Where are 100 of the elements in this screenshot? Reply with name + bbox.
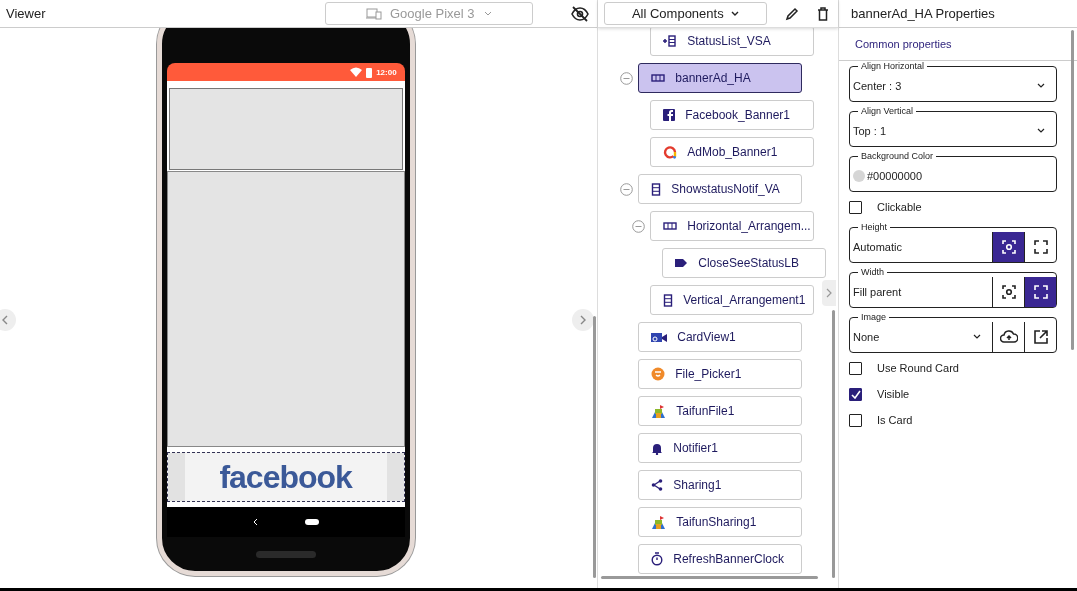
share-icon <box>651 479 664 491</box>
video-camera-icon <box>651 331 668 343</box>
component-item[interactable]: AdMob_Banner1 <box>650 137 815 167</box>
viewer-title: Viewer <box>6 6 46 21</box>
caret-icon <box>729 9 740 18</box>
back-icon[interactable] <box>252 518 259 526</box>
collapse-icon[interactable] <box>620 182 634 196</box>
facebook-icon <box>663 109 676 121</box>
dropdown-field[interactable]: Align Horizontal Center : 3 <box>849 61 1057 102</box>
field-label: Height <box>860 222 888 232</box>
field-label: Image <box>860 312 887 322</box>
component-item[interactable]: TaifunSharing1 <box>638 507 803 537</box>
field-value: Center : 3 <box>852 80 903 92</box>
component-item[interactable]: Vertical_Arrangement1 <box>650 285 815 315</box>
component-item[interactable]: RefreshBannerClock <box>638 544 803 574</box>
field-value: #00000000 <box>866 170 924 182</box>
caret-icon <box>1036 82 1046 90</box>
component-filter-dropdown[interactable]: All Components <box>604 2 768 25</box>
vertical-layout-icon <box>651 182 662 196</box>
checkbox-label: Visible <box>877 388 910 400</box>
open-external-icon <box>1033 330 1048 344</box>
scrollbar[interactable] <box>601 576 819 579</box>
stopwatch-icon <box>651 552 664 566</box>
automatic-size-button[interactable] <box>992 232 1024 262</box>
component-item[interactable]: File_Picker1 <box>638 359 803 389</box>
next-button[interactable] <box>572 309 595 331</box>
wifi-icon <box>350 67 363 77</box>
collapse-icon[interactable] <box>620 71 634 85</box>
field-value: Fill parent <box>852 286 903 298</box>
component-item[interactable]: CardView1 <box>638 322 803 352</box>
component-item[interactable]: ShowstatusNotif_VA <box>638 174 803 204</box>
field-label: Background Color <box>860 151 935 161</box>
add-list-icon <box>663 35 678 47</box>
checkbox[interactable] <box>849 200 862 214</box>
fit-content-icon <box>1001 285 1016 299</box>
field-value: None <box>852 331 881 343</box>
scrollbar[interactable] <box>832 310 835 578</box>
delete-icon[interactable] <box>817 6 830 21</box>
caret-icon <box>972 333 982 341</box>
input-field[interactable]: Width Fill parent <box>849 267 1057 308</box>
field-value: Top : 1 <box>852 125 888 137</box>
field-label: Align Horizontal <box>860 61 926 71</box>
chevron-right-icon <box>826 288 832 298</box>
extension-figure-icon <box>651 404 667 418</box>
checkbox-label: Is Card <box>877 414 913 426</box>
horizontal-layout-icon <box>663 222 678 230</box>
chevron-right-icon <box>579 315 588 325</box>
battery-icon <box>366 66 373 78</box>
speaker-grille <box>255 550 316 558</box>
collapse-icon[interactable] <box>632 219 646 233</box>
component-item[interactable]: Notifier1 <box>638 433 803 463</box>
properties-title: bannerAd_HA Properties <box>851 6 995 21</box>
checkbox[interactable] <box>849 413 862 427</box>
component-item[interactable]: Facebook_Banner1 <box>650 100 815 130</box>
section-tab[interactable]: Common properties <box>855 38 952 50</box>
component-item[interactable]: Sharing1 <box>638 470 803 500</box>
checkbox[interactable] <box>849 387 862 401</box>
vertical-layout-icon <box>663 293 674 307</box>
field-label: Align Vertical <box>860 106 915 116</box>
checkmark-icon <box>850 389 861 399</box>
field-value: Automatic <box>852 241 903 253</box>
home-button[interactable] <box>304 519 319 525</box>
fullscreen-icon <box>1033 285 1048 299</box>
checkbox-label: Use Round Card <box>877 362 959 374</box>
component-item[interactable]: bannerAd_HA <box>638 63 803 93</box>
dropdown-field[interactable]: Align Vertical Top : 1 <box>849 106 1057 147</box>
fit-content-icon <box>1001 240 1016 254</box>
devices-icon <box>366 7 382 20</box>
input-field[interactable]: Height Automatic <box>849 222 1057 263</box>
scrollbar[interactable] <box>593 316 597 578</box>
field-label: Width <box>860 267 885 277</box>
color-swatch[interactable] <box>853 170 865 182</box>
fill-parent-button[interactable] <box>1024 277 1056 307</box>
input-field[interactable]: Background Color #00000000 <box>849 151 1057 192</box>
bell-icon <box>651 441 664 455</box>
checkbox[interactable] <box>849 361 862 375</box>
status-time: 12:00 <box>376 67 397 77</box>
edit-icon[interactable] <box>785 6 800 21</box>
horizontal-layout-icon <box>651 74 666 82</box>
banner-side-panel <box>167 453 185 501</box>
cloud-upload-icon <box>999 330 1018 344</box>
label-tag-icon <box>675 258 689 268</box>
scrollbar[interactable] <box>1071 30 1074 350</box>
component-item[interactable]: CloseSeeStatusLB <box>662 248 827 278</box>
admob-icon <box>663 145 678 159</box>
hidden-eye-icon[interactable] <box>571 5 590 22</box>
fullscreen-icon <box>1033 240 1048 254</box>
component-item[interactable]: Horizontal_Arrangem... <box>650 211 815 241</box>
panel-toggle-button[interactable] <box>822 280 836 306</box>
facebook-logo-text: facebook <box>218 458 354 496</box>
caret-icon <box>482 9 493 18</box>
file-picker-icon <box>651 367 666 381</box>
component-item[interactable]: StatusList_VSA <box>650 28 815 56</box>
checkbox-label: Clickable <box>877 201 922 213</box>
banner-side-panel <box>386 453 404 501</box>
chevron-left-icon <box>1 315 9 325</box>
previous-button[interactable] <box>0 309 16 331</box>
component-item[interactable]: TaifunFile1 <box>638 396 803 426</box>
caret-icon <box>1036 127 1046 135</box>
dropdown-field[interactable]: Image None <box>849 312 1057 353</box>
